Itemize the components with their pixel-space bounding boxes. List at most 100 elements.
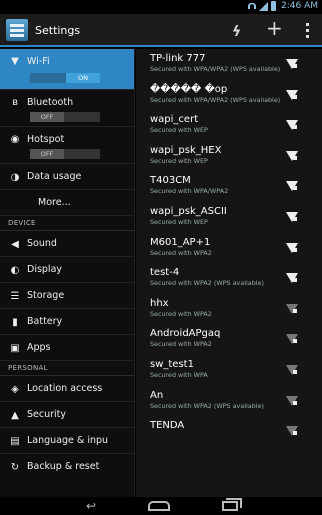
bluetooth-icon: ʙ: [12, 96, 18, 108]
wifi-network-row[interactable]: sw_test1 Secured with WPA: [136, 355, 322, 386]
home-icon[interactable]: [148, 501, 170, 511]
network-security: Secured with WPA2: [150, 248, 212, 257]
menu-item-label: Storage: [27, 290, 65, 301]
menu-item-label: Battery: [27, 316, 63, 327]
language-icon: ▤: [10, 435, 20, 447]
network-name: test-4: [150, 267, 180, 279]
wifi-network-row[interactable]: ����� �op Secured with WPA/WPA2 (WPS avai…: [136, 80, 322, 111]
battery-icon: ▮: [12, 316, 18, 328]
network-name: wapi_psk_HEX: [150, 144, 222, 156]
wifi-network-row[interactable]: wapi_psk_HEX Secured with WEP: [136, 141, 322, 172]
status-battery-icon: [271, 1, 276, 11]
menu-item-bluetooth[interactable]: ʙ Bluetooth OFF: [0, 90, 134, 127]
network-name: TENDA: [150, 420, 185, 432]
network-name: hhx: [150, 297, 169, 309]
page-title: Settings: [35, 24, 81, 37]
back-icon[interactable]: ↩: [86, 499, 96, 513]
menu-item-more[interactable]: More...: [0, 190, 134, 216]
menu-item-wifi[interactable]: ▼ Wi-Fi ON: [0, 49, 134, 90]
network-security: Secured with WPA/WPA2 (WPS available): [150, 65, 281, 73]
wifi-signal-lock-icon: [286, 334, 298, 345]
wifi-signal-lock-icon: [286, 59, 298, 69]
menu-item-label: Location access: [27, 383, 103, 394]
menu-item-label: Backup & reset: [27, 461, 100, 472]
wifi-network-row[interactable]: An Secured with WPA2 (WPS available): [136, 386, 322, 417]
settings-menu: ▼ Wi-Fi ON ʙ Bluetooth OFF ◉ Hotspot OFF…: [0, 49, 135, 497]
status-signal-icon: [259, 1, 268, 11]
security-lock-icon: ▲: [11, 409, 19, 421]
storage-icon: ☰: [10, 290, 20, 302]
wifi-network-row[interactable]: test-4 Secured with WPA2 (WPS available): [136, 263, 322, 294]
wifi-network-row[interactable]: TENDA: [136, 416, 322, 447]
backup-icon: ↻: [10, 461, 20, 473]
wps-push-icon[interactable]: ϟ: [232, 22, 241, 42]
menu-item-label: Wi-Fi: [27, 56, 50, 67]
bluetooth-toggle[interactable]: OFF: [30, 112, 100, 122]
hotspot-toggle[interactable]: OFF: [30, 149, 100, 159]
wifi-signal-lock-icon: [286, 426, 298, 437]
status-time: 2:46 AM: [281, 1, 318, 11]
menu-item-label: Security: [27, 409, 67, 420]
wifi-signal-lock-icon: [286, 120, 298, 131]
apps-icon: ▣: [10, 342, 20, 354]
menu-item-label: Apps: [27, 342, 51, 353]
network-security: Secured with WPA2 (WPS available): [150, 279, 264, 288]
network-security: Secured with WEP: [150, 126, 208, 135]
network-security: Secured with WPA/WPA2 (WPS available): [150, 95, 281, 104]
recents-icon[interactable]: [222, 498, 242, 511]
wifi-network-row[interactable]: TP-link 777 Secured with WPA/WPA2 (WPS av…: [136, 49, 322, 80]
menu-item-label: Bluetooth: [27, 97, 74, 108]
status-bar: 2:46 AM: [0, 0, 322, 14]
network-name: An: [150, 389, 164, 401]
network-security: Secured with WPA/WPA2: [150, 187, 229, 196]
menu-item-backup[interactable]: ↻ Backup & reset: [0, 454, 134, 480]
menu-item-label: Data usage: [27, 171, 82, 182]
wifi-network-row[interactable]: M601_AP+1 Secured with WPA2: [136, 233, 322, 264]
menu-item-label: Sound: [27, 238, 57, 249]
add-network-icon[interactable]: +: [266, 18, 283, 38]
menu-item-battery[interactable]: ▮ Battery: [0, 309, 134, 335]
network-security: Secured with WPA2 (WPS available): [150, 401, 264, 410]
network-security: Secured with WEP: [150, 156, 208, 165]
wifi-signal-lock-icon: [286, 89, 298, 100]
data-usage-icon: ◑: [10, 171, 20, 183]
network-name: ����� �op: [150, 83, 228, 95]
wifi-signal-lock-icon: [286, 395, 298, 406]
sound-icon: ◀: [11, 238, 19, 250]
menu-item-hotspot[interactable]: ◉ Hotspot OFF: [0, 127, 134, 164]
wifi-network-row[interactable]: AndroidAPgaq Secured with WPA2: [136, 324, 322, 355]
overflow-menu-icon[interactable]: [300, 20, 314, 41]
menu-item-label: Language & inpu: [27, 435, 109, 446]
menu-item-security[interactable]: ▲ Security: [0, 402, 134, 428]
menu-item-apps[interactable]: ▣ Apps: [0, 335, 134, 361]
menu-item-language[interactable]: ▤ Language & inpu: [0, 428, 134, 454]
wifi-icon: ▼: [11, 55, 19, 67]
network-name: sw_test1: [150, 358, 194, 370]
wifi-signal-lock-icon: [286, 364, 298, 375]
network-name: wapi_psk_ASCII: [150, 205, 227, 217]
menu-item-label: Display: [27, 264, 63, 275]
menu-item-location[interactable]: ◈ Location access: [0, 376, 134, 402]
settings-app-icon[interactable]: [6, 19, 28, 41]
wifi-toggle[interactable]: ON: [30, 73, 100, 83]
wifi-network-row[interactable]: wapi_cert Secured with WEP: [136, 110, 322, 141]
network-name: AndroidAPgaq: [150, 328, 221, 340]
menu-item-sound[interactable]: ◀ Sound: [0, 231, 134, 257]
network-name: T403CM: [150, 175, 191, 187]
network-security: Secured with WPA2: [150, 309, 212, 318]
location-icon: ◈: [11, 383, 19, 395]
wifi-network-row[interactable]: T403CM Secured with WPA/WPA2: [136, 171, 322, 202]
menu-item-display[interactable]: ◐ Display: [0, 257, 134, 283]
wifi-signal-lock-icon: [286, 150, 298, 161]
menu-item-data-usage[interactable]: ◑ Data usage: [0, 164, 134, 190]
section-header-device: DEVICE: [0, 216, 134, 231]
wifi-signal-lock-icon: [286, 181, 298, 192]
wifi-network-row[interactable]: hhx Secured with WPA2: [136, 294, 322, 325]
network-security: Secured with WPA2: [150, 340, 212, 349]
wifi-network-list: TP-link 777 Secured with WPA/WPA2 (WPS av…: [136, 49, 322, 497]
network-security: Secured with WPA: [150, 370, 208, 379]
navigation-bar: ↩: [0, 497, 322, 515]
menu-item-storage[interactable]: ☰ Storage: [0, 283, 134, 309]
wifi-network-row[interactable]: wapi_psk_ASCII Secured with WEP: [136, 202, 322, 233]
wifi-signal-lock-icon: [286, 242, 298, 253]
